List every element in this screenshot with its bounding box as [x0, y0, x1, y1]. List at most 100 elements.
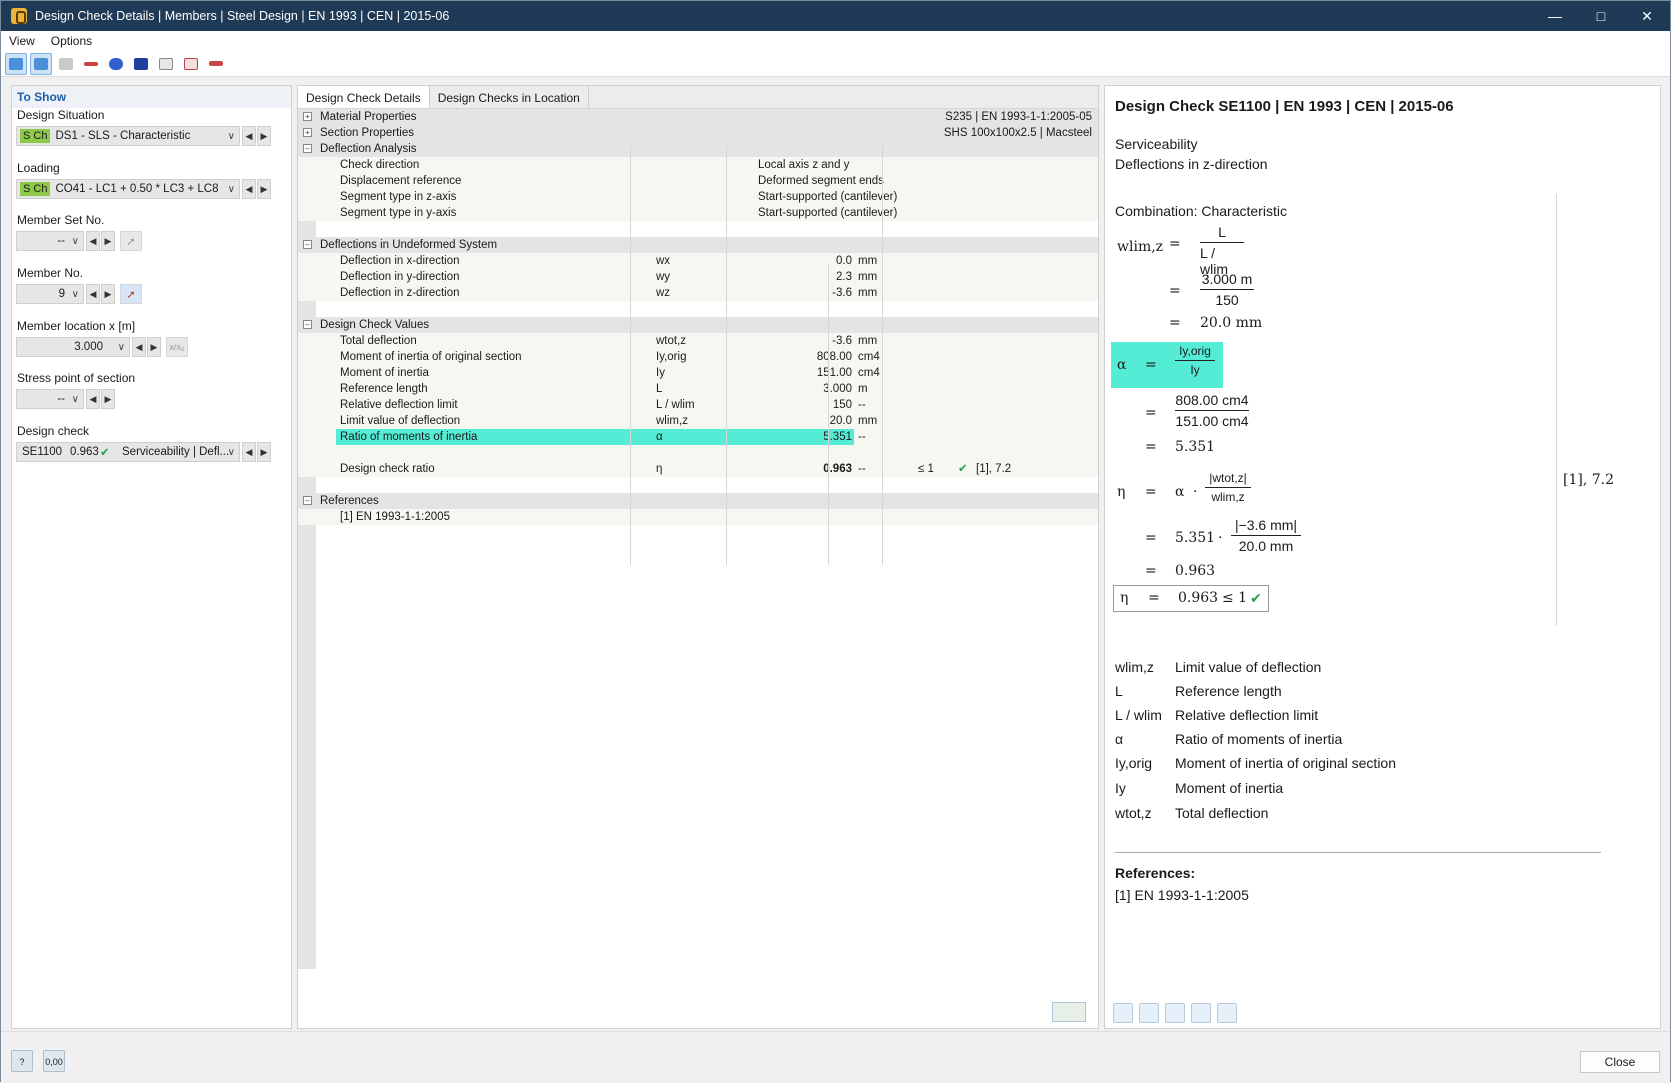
column-divider [630, 145, 631, 565]
next-arrow-icon[interactable]: ▶ [101, 389, 115, 409]
alpha-value: 5.351 [1175, 530, 1216, 546]
equals-sign: = [1145, 563, 1157, 579]
deflection-icon[interactable] [205, 53, 227, 75]
tab-design-check-details[interactable]: Design Check Details [298, 86, 430, 108]
spacer-row [298, 221, 1098, 237]
close-button[interactable]: Close [1580, 1051, 1660, 1073]
section-properties-row[interactable]: + Section Properties SHS 100x100x2.5 | Mac… [298, 125, 1098, 141]
design-situation-label: Design Situation [17, 108, 105, 122]
spacer-row [298, 301, 1098, 317]
export-icon[interactable] [1052, 1002, 1086, 1022]
swap-icon[interactable] [1113, 1003, 1133, 1023]
equals-sign: = [1145, 357, 1157, 373]
design-check-value: Serviceability | Defl... [122, 446, 230, 458]
next-arrow-icon[interactable]: ▶ [257, 179, 271, 199]
formula-icon[interactable] [1165, 1003, 1185, 1023]
close-window-button[interactable]: ✕ [1624, 1, 1670, 31]
table-row-highlighted[interactable]: Ratio of moments of inertia α 5.351 -- [298, 429, 1098, 445]
collapse-icon[interactable]: – [303, 320, 312, 329]
legend-row: Iy Moment of inertia [1115, 780, 1284, 796]
loading-select[interactable]: S Ch CO41 - LC1 + 0.50 * LC3 + LC8 ∨ [16, 179, 240, 199]
references-row[interactable]: – References [298, 493, 1098, 509]
prev-arrow-icon[interactable]: ◀ [132, 337, 146, 357]
design-check-select[interactable]: SE1100 0.963 ✔ Serviceability | Defl... … [16, 442, 240, 462]
loading-value: CO41 - LC1 + 0.50 * LC3 + LC8 [55, 183, 219, 195]
info-icon[interactable] [130, 53, 152, 75]
member-set-select[interactable]: -- ∨ [16, 231, 84, 251]
design-situation-tag: S Ch [20, 129, 51, 143]
expand-icon[interactable]: + [303, 112, 312, 121]
equals-sign: = [1169, 315, 1181, 331]
stress-point-select[interactable]: -- ∨ [16, 389, 84, 409]
equals-sign: = [1145, 439, 1157, 455]
reference-item: [1] EN 1993-1-1:2005 [1115, 887, 1249, 903]
next-arrow-icon[interactable]: ▶ [257, 442, 271, 462]
table-row: Moment of inertia Iy 151.00 cm4 [298, 365, 1098, 381]
table-icon[interactable] [55, 53, 77, 75]
legend-row: L Reference length [1115, 683, 1282, 699]
table-row: Reference length L 3.000 m [298, 381, 1098, 397]
design-check-ratio: 0.963 [70, 446, 99, 458]
tab-bar: Design Check Details Design Checks in Lo… [298, 86, 1098, 109]
maximize-button[interactable]: □ [1578, 1, 1624, 31]
deflection-analysis-row[interactable]: – Deflection Analysis [298, 141, 1098, 157]
chevron-down-icon: ∨ [117, 341, 125, 353]
collapse-icon[interactable]: – [303, 144, 312, 153]
prev-arrow-icon[interactable]: ◀ [242, 442, 256, 462]
eta-symbol: η [1117, 484, 1126, 500]
table-row: Segment type in z-axis Start-supported (c… [298, 189, 1098, 205]
minimize-button[interactable]: — [1532, 1, 1578, 31]
multiply-dot: · [1218, 530, 1223, 546]
legend-row: Iy,orig Moment of inertia of original sec… [1115, 755, 1396, 771]
menu-options[interactable]: Options [43, 34, 100, 48]
prev-arrow-icon[interactable]: ◀ [86, 231, 100, 251]
pick-member-set-icon[interactable]: ➚ [120, 231, 142, 251]
prev-arrow-icon[interactable]: ◀ [86, 389, 100, 409]
prev-arrow-icon[interactable]: ◀ [242, 126, 256, 146]
design-situation-select[interactable]: S Ch DS1 - SLS - Characteristic ∨ [16, 126, 240, 146]
alpha-result: 5.351 [1175, 439, 1216, 455]
units-icon[interactable]: 0,00 [43, 1050, 65, 1072]
next-arrow-icon[interactable]: ▶ [257, 126, 271, 146]
table-row: Limit value of deflection wlim,z 20.0 mm [298, 413, 1098, 429]
status-bar: ? 0,00 Close [1, 1031, 1670, 1083]
table-row: Deflection in y-direction wy 2.3 mm [298, 269, 1098, 285]
legend-row: wlim,z Limit value of deflection [1115, 659, 1322, 675]
print-icon[interactable] [1217, 1003, 1237, 1023]
help-icon[interactable]: ? [11, 1050, 33, 1072]
chevron-down-icon: ∨ [227, 183, 235, 195]
page-icon[interactable] [1191, 1003, 1211, 1023]
chevron-down-icon: ∨ [71, 288, 79, 300]
check-icon: ✔ [1250, 590, 1262, 606]
menu-view[interactable]: View [1, 34, 43, 48]
list-icon[interactable] [1139, 1003, 1159, 1023]
beam-icon[interactable] [80, 53, 102, 75]
diagram-icon[interactable] [155, 53, 177, 75]
next-arrow-icon[interactable]: ▶ [101, 284, 115, 304]
fraction-inertia: 808.00 cm4 151.00 cm4 [1175, 392, 1249, 429]
collapse-icon[interactable]: – [303, 240, 312, 249]
select-left-icon[interactable] [5, 52, 27, 75]
tab-design-checks-in-location[interactable]: Design Checks in Location [430, 86, 589, 108]
expand-icon[interactable]: + [303, 128, 312, 137]
member-no-select[interactable]: 9 ∨ [16, 284, 84, 304]
relative-location-icon[interactable]: x/x₀ [166, 337, 188, 357]
collapse-icon[interactable]: – [303, 496, 312, 505]
chart-icon[interactable] [180, 53, 202, 75]
colors-icon[interactable] [105, 53, 127, 75]
undeformed-deflections-row[interactable]: – Deflections in Undeformed System [298, 237, 1098, 253]
pick-member-icon[interactable]: ➚ [120, 284, 142, 304]
next-arrow-icon[interactable]: ▶ [101, 231, 115, 251]
next-arrow-icon[interactable]: ▶ [147, 337, 161, 357]
select-right-icon[interactable] [30, 52, 52, 75]
table-row: Check direction Local axis z and y [298, 157, 1098, 173]
prev-arrow-icon[interactable]: ◀ [242, 179, 256, 199]
spacer-row [298, 477, 1098, 493]
chevron-down-icon: ∨ [71, 235, 79, 247]
design-check-values-row[interactable]: – Design Check Values [298, 317, 1098, 333]
member-location-select[interactable]: 3.000 ∨ [16, 337, 130, 357]
material-properties-row[interactable]: + Material Properties S235 | EN 1993-1-1:2… [298, 109, 1098, 125]
prev-arrow-icon[interactable]: ◀ [86, 284, 100, 304]
legend-row: L / wlim Relative deflection limit [1115, 707, 1319, 723]
toolbar [1, 51, 1670, 77]
